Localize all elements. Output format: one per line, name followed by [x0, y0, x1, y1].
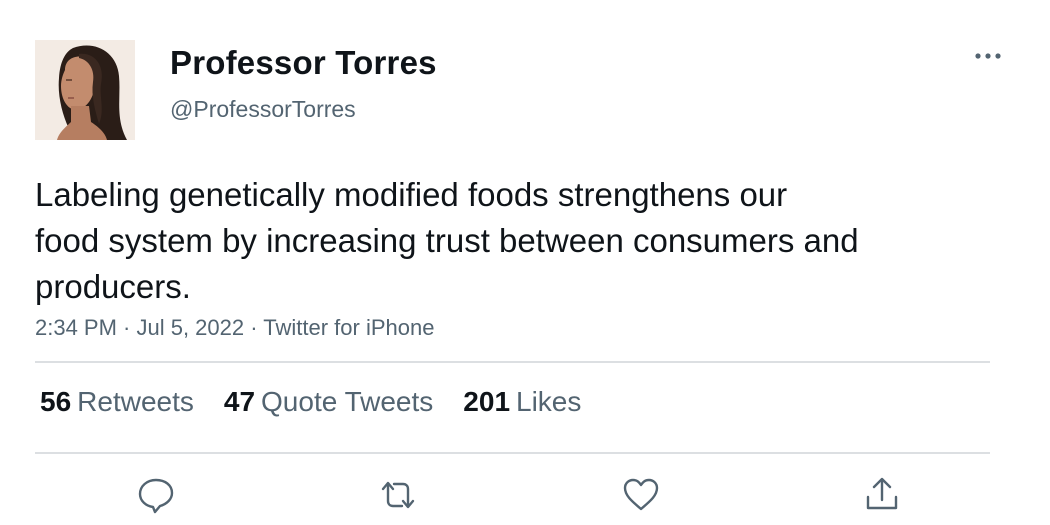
heart-icon [623, 478, 659, 511]
retweet-button[interactable] [378, 475, 418, 515]
divider [35, 361, 990, 363]
likes-count: 201 [463, 386, 511, 417]
likes-stat[interactable]: 201 Likes [463, 386, 581, 418]
share-button[interactable] [862, 475, 902, 515]
share-upload-icon [866, 477, 898, 510]
avatar[interactable] [35, 40, 135, 140]
user-handle[interactable]: @ProfessorTorres [170, 96, 356, 123]
retweets-count: 56 [40, 386, 72, 417]
tweet-timestamp[interactable]: 2:34 PM · Jul 5, 2022 · Twitter for iPho… [35, 315, 434, 341]
likes-label: Likes [516, 386, 582, 417]
retweet-arrows-icon [381, 481, 415, 509]
like-button[interactable] [621, 475, 661, 515]
retweets-stat[interactable]: 56 Retweets [40, 386, 194, 418]
display-name[interactable]: Professor Torres [170, 44, 437, 82]
retweets-label: Retweets [77, 386, 194, 417]
divider [35, 452, 990, 454]
quote-tweets-stat[interactable]: 47 Quote Tweets [224, 386, 433, 418]
quote-tweets-count: 47 [223, 386, 256, 417]
quote-tweets-label: Quote Tweets [261, 386, 434, 417]
more-dots-icon[interactable] [968, 42, 1008, 70]
reply-button[interactable] [136, 475, 176, 515]
tweet-text: Labeling genetically modified foods stre… [35, 176, 859, 305]
reply-bubble-icon [138, 478, 174, 514]
tweet-card: Professor Torres @ProfessorTorres Labeli… [0, 0, 1050, 525]
engagement-stats: 56 Retweets 47 Quote Tweets 201 Likes [40, 386, 581, 418]
